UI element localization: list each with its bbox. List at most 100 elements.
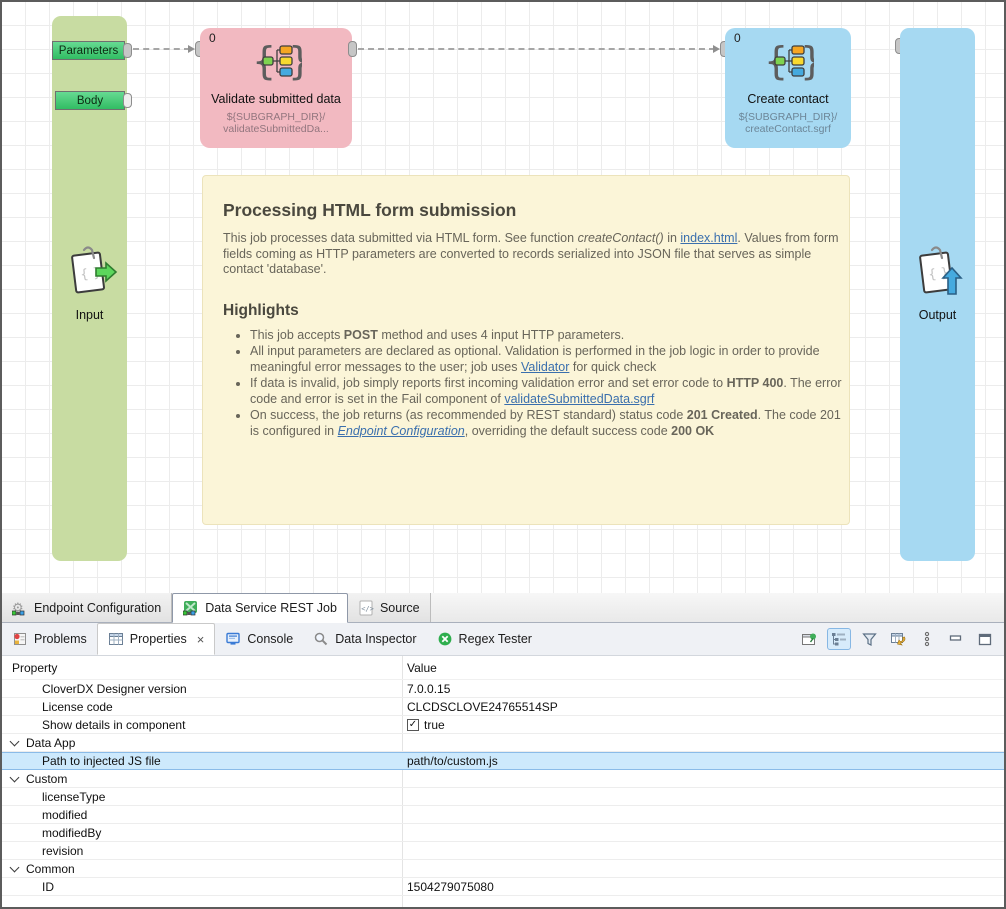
chevron-down-icon[interactable] (10, 862, 20, 872)
property-row-license-code[interactable]: License code CLCDSCLOVE24765514SP (2, 698, 1004, 716)
node-title: Create contact (725, 92, 851, 106)
rest-job-icon (183, 600, 199, 616)
tab-data-inspector[interactable]: Data Inspector (303, 623, 426, 655)
endpoint-configuration-icon: ⚙ (12, 600, 28, 616)
node-subtitle: ${SUBGRAPH_DIR}/ validateSubmittedDa... (200, 111, 352, 135)
property-row-cloverdx-designer-version[interactable]: CloverDX Designer version 7.0.0.15 (2, 680, 1004, 698)
tab-console[interactable]: Console (215, 623, 303, 655)
note-text: POST (344, 328, 378, 342)
note-link[interactable]: Validator (521, 360, 569, 374)
note-text: in (664, 231, 681, 245)
tab-label: Data Inspector (335, 632, 416, 646)
chevron-down-icon[interactable] (10, 772, 20, 782)
tab-properties[interactable]: Properties × (97, 623, 216, 655)
input-panel-label: Input (52, 308, 127, 322)
edge-parameters-to-validate[interactable] (133, 48, 190, 50)
validate-submitted-data-node[interactable]: 0 { } Validate submitted data ${SUBGRAPH… (200, 28, 352, 148)
subgraph-icon: { } (725, 38, 851, 86)
tab-source[interactable]: </> Source (348, 593, 431, 622)
create-contact-node[interactable]: 0 { } Create contact ${SUBGRAPH_DIR}/ cr… (725, 28, 851, 148)
note-text: createContact() (578, 231, 664, 245)
tab-data-service-rest-job[interactable]: Data Service REST Job (172, 593, 348, 623)
column-header-property: Property (2, 661, 402, 675)
note-intro-paragraph: This job processes data submitted via HT… (223, 231, 841, 278)
console-icon (225, 631, 241, 647)
column-header-value: Value (402, 661, 437, 675)
svg-text:</>: </> (361, 605, 374, 613)
graph-note[interactable]: Processing HTML form submission This job… (202, 175, 850, 525)
pin-editor-icon[interactable] (798, 629, 820, 649)
property-value[interactable]: 1504279075080 (407, 880, 494, 894)
property-row-show-details-in-component[interactable]: Show details in component ✓ true (2, 716, 1004, 734)
body-port-chip[interactable]: Body (55, 91, 125, 110)
tab-problems[interactable]: Problems (2, 623, 97, 655)
edge-validate-to-create[interactable] (358, 48, 715, 50)
tab-label: Console (247, 632, 293, 646)
note-text: This job processes data submitted via HT… (223, 231, 578, 245)
tab-label: Endpoint Configuration (34, 601, 161, 615)
editor-tab-bar: ⚙ Endpoint Configuration Data Service RE… (2, 593, 1004, 623)
property-row-modifiedby[interactable]: modifiedBy (2, 824, 1004, 842)
property-row-licensetype[interactable]: licenseType (2, 788, 1004, 806)
graph-canvas[interactable]: { } Input Parameters Body 0 { } (2, 2, 1004, 593)
output-document-icon: { } (900, 244, 975, 300)
property-value[interactable]: true (424, 718, 445, 732)
chevron-down-icon[interactable] (10, 736, 20, 746)
note-link[interactable]: Endpoint Configuration (338, 424, 465, 438)
property-row-data-app[interactable]: Data App (2, 734, 1004, 752)
regex-tester-icon (437, 631, 453, 647)
property-row-id[interactable]: ID1504279075080 (2, 878, 1004, 896)
view-toolbar (798, 623, 1004, 655)
checkbox-checked-icon[interactable]: ✓ (407, 719, 419, 731)
property-row-custom[interactable]: Custom (2, 770, 1004, 788)
note-link[interactable]: index.html (680, 231, 737, 245)
filter-icon[interactable] (858, 629, 880, 649)
note-text: for quick check (569, 360, 656, 374)
property-value[interactable]: path/to/custom.js (407, 754, 498, 768)
property-label: Common (26, 862, 75, 876)
property-label: licenseType (42, 790, 105, 804)
note-text: 201 Created (687, 408, 758, 422)
input-document-icon: { } (52, 244, 127, 300)
close-icon[interactable]: × (197, 632, 205, 647)
tab-regex-tester[interactable]: Regex Tester (427, 623, 542, 655)
restore-log-icon[interactable] (887, 629, 909, 649)
view-menu-icon[interactable] (916, 629, 938, 649)
property-label: License code (42, 700, 113, 714)
view-tab-bar: Problems Properties × (2, 623, 1004, 656)
note-text: This job accepts (250, 328, 344, 342)
cloverdx-designer-window: { } Input Parameters Body 0 { } (0, 0, 1006, 909)
tree-view-icon[interactable] (827, 628, 851, 650)
property-label: modifiedBy (42, 826, 101, 840)
node-subtitle-line1: ${SUBGRAPH_DIR}/ (739, 111, 838, 123)
property-label: CloverDX Designer version (42, 682, 187, 696)
tab-endpoint-configuration[interactable]: ⚙ Endpoint Configuration (2, 593, 172, 622)
property-value[interactable]: CLCDSCLOVE24765514SP (407, 700, 558, 714)
property-label: Show details in component (42, 718, 185, 732)
property-value[interactable]: 7.0.0.15 (407, 682, 450, 696)
edge-arrowhead-icon (188, 45, 195, 53)
property-label: Data App (26, 736, 75, 750)
tab-label: Data Service REST Job (205, 601, 337, 615)
maximize-icon[interactable] (974, 629, 996, 649)
property-row-common[interactable]: Common (2, 860, 1004, 878)
note-text: , overriding the default success code (465, 424, 671, 438)
property-row-revision[interactable]: revision (2, 842, 1004, 860)
node-subtitle-line2: createContact.sgrf (745, 123, 831, 135)
parameters-port[interactable] (123, 43, 132, 58)
note-link[interactable]: validateSubmittedData.sgrf (504, 392, 654, 406)
properties-icon (108, 631, 124, 647)
note-bullet: On success, the job returns (as recommen… (250, 408, 850, 439)
property-row-modified[interactable]: modified (2, 806, 1004, 824)
note-bullet: This job accepts POST method and uses 4 … (250, 328, 850, 344)
body-port[interactable] (123, 93, 132, 108)
validate-output-port[interactable] (348, 41, 357, 57)
output-panel[interactable]: { } Output (900, 28, 975, 561)
note-highlights-title: Highlights (223, 302, 829, 320)
property-label: Path to injected JS file (42, 754, 161, 768)
node-subtitle-line1: ${SUBGRAPH_DIR}/ (227, 111, 326, 123)
property-row-path-to-injected-js-file[interactable]: Path to injected JS file path/to/custom.j… (2, 752, 1004, 770)
minimize-icon[interactable] (945, 629, 967, 649)
parameters-port-chip[interactable]: Parameters (52, 41, 125, 60)
source-icon: </> (358, 600, 374, 616)
